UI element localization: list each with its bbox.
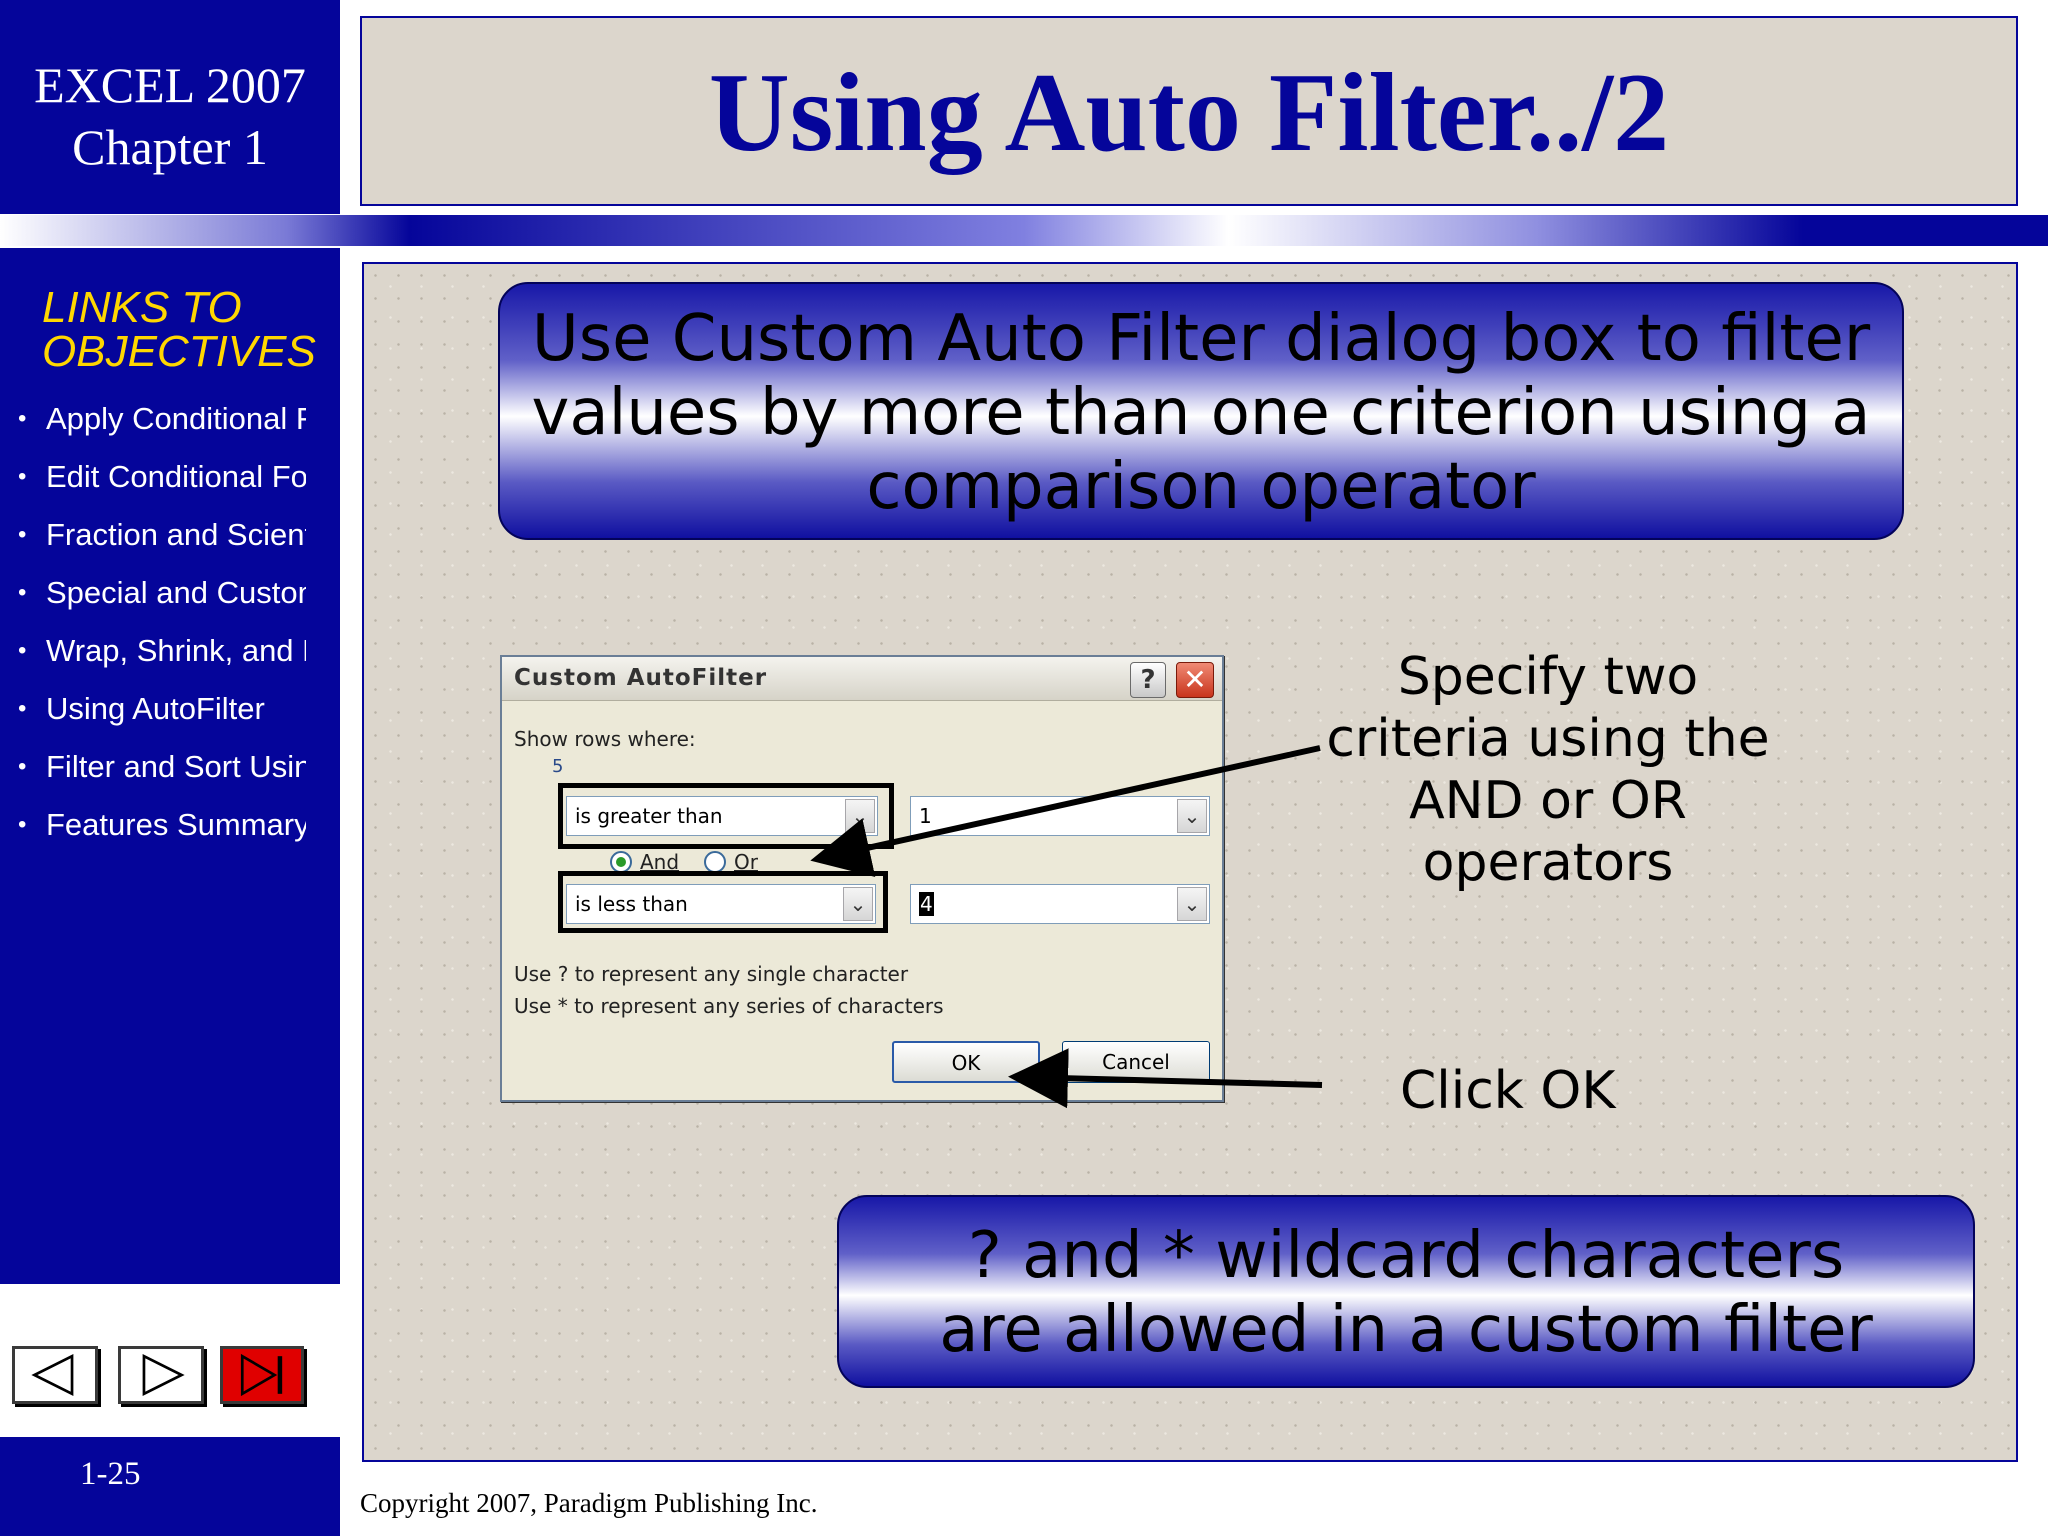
course-title-line2: Chapter 1 xyxy=(72,119,268,175)
help-button[interactable]: ? xyxy=(1130,662,1166,698)
hint-series-chars: Use * to represent any series of charact… xyxy=(514,994,944,1018)
end-label: END xyxy=(232,1298,290,1328)
course-title-line1: EXCEL 2007 xyxy=(34,57,306,113)
dialog-title: Custom AutoFilter xyxy=(514,665,768,691)
criteria-callout-line1: Specify two xyxy=(1397,647,1699,707)
operator-2-highlight xyxy=(558,871,888,933)
sidebar-footer xyxy=(0,1437,340,1536)
link-fraction-and-scientific[interactable]: Fraction and Scientifi xyxy=(18,510,306,568)
back-label: BACK xyxy=(22,1304,96,1334)
or-radio[interactable] xyxy=(704,851,726,873)
slide-title: Using Auto Filter../2 xyxy=(708,51,1670,175)
links-heading-line1: LINKS TO xyxy=(42,283,242,332)
and-radio[interactable] xyxy=(610,851,632,873)
end-button[interactable] xyxy=(220,1346,304,1404)
operator-1-highlight xyxy=(558,783,894,849)
page-number: 1-25 xyxy=(80,1456,141,1492)
value-combo-2-value: 4 xyxy=(919,892,934,916)
next-arrow-icon xyxy=(142,1353,185,1397)
criteria-callout: Specify two criteria using the AND or OR… xyxy=(1318,646,1778,894)
banner-bottom-line1: ? and * wildcard characters xyxy=(967,1219,1845,1293)
sidebar-header: EXCEL 2007 Chapter 1 xyxy=(0,0,340,214)
value-combo-2[interactable]: 4 ⌄ xyxy=(910,884,1210,924)
click-ok-callout: Click OK xyxy=(1400,1061,1616,1121)
next-button[interactable] xyxy=(118,1346,204,1404)
hint-single-char: Use ? to represent any single character xyxy=(514,962,909,986)
end-arrow-icon xyxy=(240,1353,283,1397)
back-arrow-icon xyxy=(31,1353,74,1397)
criteria-callout-line2: criteria using the xyxy=(1326,709,1770,769)
criteria-callout-line3: AND or OR xyxy=(1409,771,1687,831)
info-banner-bottom: ? and * wildcard characters are allowed … xyxy=(837,1195,1975,1388)
links-heading: LINKS TO OBJECTIVES xyxy=(42,286,316,374)
banner-bottom-line2: are allowed in a custom filter xyxy=(939,1293,1873,1367)
field-name-label: 5 xyxy=(552,756,564,777)
chevron-down-icon[interactable]: ⌄ xyxy=(1177,799,1207,833)
banner-top-line2: values by more than one criterion using … xyxy=(531,376,1871,450)
cancel-button[interactable]: Cancel xyxy=(1062,1041,1210,1083)
criteria-callout-line4: operators xyxy=(1422,833,1674,893)
banner-top-line3: comparison operator xyxy=(866,450,1536,524)
link-features-summary[interactable]: Features Summary xyxy=(18,800,306,858)
next-label: NEXT xyxy=(132,1304,205,1334)
show-rows-label: Show rows where: xyxy=(514,727,696,751)
objective-links: Apply Conditional Fo Edit Conditional Fo… xyxy=(18,394,306,858)
ok-button[interactable]: OK xyxy=(892,1041,1040,1083)
value-combo-1-value: 1 xyxy=(919,804,932,828)
custom-autofilter-dialog: Custom AutoFilter ? ✕ Show rows where: 5… xyxy=(500,655,1224,1102)
back-button[interactable] xyxy=(12,1346,98,1404)
link-edit-conditional-formatting[interactable]: Edit Conditional Forn xyxy=(18,452,306,510)
header-divider xyxy=(0,215,2048,246)
chevron-down-icon[interactable]: ⌄ xyxy=(1177,887,1207,921)
link-wrap-shrink-merge[interactable]: Wrap, Shrink, and M xyxy=(18,626,306,684)
banner-top-line1: Use Custom Auto Filter dialog box to fil… xyxy=(531,302,1871,376)
close-button[interactable]: ✕ xyxy=(1176,662,1214,698)
copyright-notice: Copyright 2007, Paradigm Publishing Inc. xyxy=(360,1488,818,1518)
links-heading-line2: OBJECTIVES xyxy=(42,327,316,376)
link-apply-conditional-formatting[interactable]: Apply Conditional Fo xyxy=(18,394,306,452)
link-filter-and-sort[interactable]: Filter and Sort Using xyxy=(18,742,306,800)
link-using-autofilter[interactable]: Using AutoFilter xyxy=(18,684,306,742)
info-banner-top: Use Custom Auto Filter dialog box to fil… xyxy=(498,282,1904,540)
title-panel: Using Auto Filter../2 xyxy=(360,16,2018,206)
course-title: EXCEL 2007 Chapter 1 xyxy=(0,54,340,178)
value-combo-1[interactable]: 1 ⌄ xyxy=(910,796,1210,836)
link-special-and-custom[interactable]: Special and Custom xyxy=(18,568,306,626)
dialog-titlebar: Custom AutoFilter ? ✕ xyxy=(502,657,1222,701)
